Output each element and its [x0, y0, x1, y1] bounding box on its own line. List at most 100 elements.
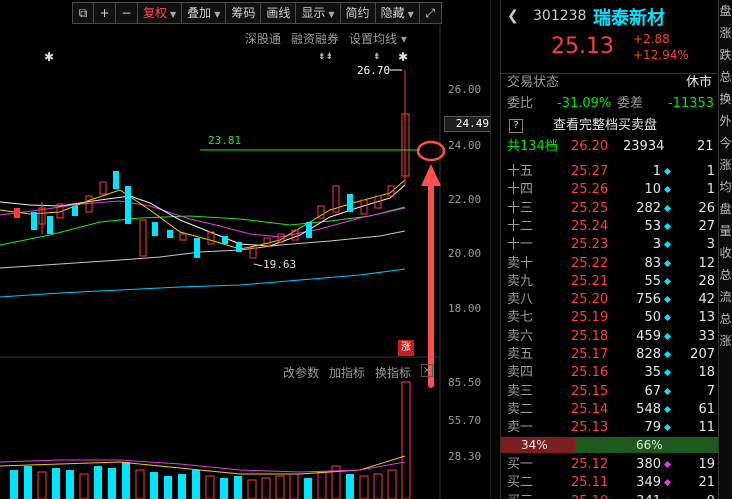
help-icon[interactable]: ?	[509, 119, 523, 133]
ask-volume: 3	[652, 237, 661, 253]
ask-row[interactable]: 十一 25.23 3 3	[501, 236, 732, 254]
ask-level-label: 十五	[507, 164, 534, 179]
weicha-value: -11353	[668, 96, 715, 111]
ask-row[interactable]: 十二 25.24 53 27	[501, 218, 732, 236]
low-label: 19.63	[263, 258, 297, 271]
side-tab[interactable]: 跌	[719, 44, 732, 66]
ask-price: 25.16	[571, 365, 609, 381]
ask-row[interactable]: 十四 25.26 10 1	[501, 181, 732, 199]
ask-volume: 55	[644, 273, 661, 289]
stock-name[interactable]: 瑞泰新材	[593, 4, 665, 30]
side-tab[interactable]: 盘	[719, 198, 732, 220]
ask-row[interactable]: 卖四 25.16 35 18	[501, 364, 732, 382]
bid-volume: 380	[636, 457, 661, 472]
add-indicator-link[interactable]: 加指标	[329, 364, 365, 381]
ask-row[interactable]: 卖三 25.15 67 7	[501, 383, 732, 401]
ask-order-count: 33	[698, 328, 715, 344]
ask-row[interactable]: 卖一 25.13 79 11	[501, 419, 732, 437]
ask-volume: 828	[636, 347, 661, 362]
stock-price: 25.13	[551, 34, 614, 59]
side-tab[interactable]: 总	[719, 66, 732, 88]
ask-row[interactable]: 卖十 25.22 83 12	[501, 255, 732, 273]
view-full-link[interactable]: 查看完整档买卖盘	[553, 117, 657, 135]
ask-row[interactable]: 卖七 25.19 50 13	[501, 309, 732, 327]
ma-line-long	[0, 268, 406, 298]
total-vol: 23934	[623, 139, 665, 154]
ask-volume: 282	[636, 200, 661, 216]
side-tab[interactable]: 外	[719, 110, 732, 132]
switch-indicator-link[interactable]: 换指标	[375, 364, 411, 381]
vol-axis-tick: 55.70	[448, 414, 482, 427]
ask-order-count: 61	[698, 401, 715, 417]
event-marker-icon: ✱	[398, 50, 408, 64]
diamond-icon	[663, 350, 672, 359]
ask-row[interactable]: 十三 25.25 282 26	[501, 200, 732, 218]
ask-price: 25.21	[571, 273, 609, 289]
ask-row[interactable]: 十五 25.27 1 1	[501, 163, 732, 181]
diamond-icon	[663, 460, 672, 469]
status-label: 交易状态	[507, 75, 560, 90]
ask-order-count: 27	[698, 218, 715, 234]
ask-price: 25.14	[571, 401, 609, 417]
bid-row[interactable]: 买一 25.12 380 19	[501, 456, 732, 474]
ask-volume: 50	[644, 310, 661, 326]
ask-level-label: 十一	[507, 237, 534, 253]
side-tab[interactable]: 总	[719, 308, 732, 330]
ask-level-label: 十四	[507, 182, 534, 198]
side-tab[interactable]: 收	[719, 242, 732, 264]
weibi-label: 委比	[507, 96, 534, 111]
side-tab[interactable]: 今	[719, 132, 732, 154]
buy-ratio-label: 66%	[636, 438, 663, 452]
ask-volume: 459	[636, 328, 661, 344]
bid-row[interactable]: 买二 25.11 349 21	[501, 474, 732, 492]
close-icon[interactable]: ×	[421, 364, 434, 377]
ask-level-label: 卖三	[507, 383, 534, 399]
ask-price: 25.24	[571, 218, 609, 234]
side-tab[interactable]: 涨	[719, 154, 732, 176]
ask-row[interactable]: 卖五 25.17 828 207	[501, 346, 732, 364]
ask-price: 25.23	[571, 237, 609, 253]
diamond-icon	[663, 277, 672, 285]
prev-stock-icon[interactable]: ❮	[507, 8, 519, 24]
weicha-label: 委差	[617, 96, 644, 111]
ask-volume: 548	[636, 401, 661, 417]
stock-code: 301238	[533, 8, 587, 24]
ask-volume: 10	[644, 182, 661, 198]
ask-level-label: 卖六	[507, 328, 534, 344]
ask-price: 25.27	[571, 164, 609, 179]
volume-bars	[10, 381, 411, 499]
kline-chart-panel[interactable]: ⧉ + − 复权 ▼ 叠加 ▼ 筹码 画线 显示 ▼ 简约 隐藏 ▼ ⤢ 深股通 融资融…	[0, 0, 500, 499]
side-tab[interactable]: 盘	[719, 0, 732, 22]
bid-price: 25.12	[571, 457, 609, 472]
ask-order-count: 11	[698, 420, 715, 436]
bid-row[interactable]: 买三 25.10 341 9	[501, 493, 732, 499]
indicator-bar: 改参数 加指标 换指标 ×	[283, 364, 434, 381]
diamond-icon	[663, 241, 672, 249]
ask-row[interactable]: 卖二 25.14 548 61	[501, 401, 732, 419]
quote-sidebar: ❮ 301238 瑞泰新材 25.13 +2.88 +12.94% 交易状态 休…	[500, 0, 732, 499]
ask-row[interactable]: 卖九 25.21 55 28	[501, 273, 732, 291]
ask-row[interactable]: 卖六 25.18 459 33	[501, 328, 732, 346]
change-params-link[interactable]: 改参数	[283, 364, 319, 381]
stock-change: +2.88	[633, 32, 670, 46]
ask-order-count: 18	[698, 365, 715, 381]
side-tab[interactable]: 量	[719, 220, 732, 242]
ask-row[interactable]: 卖八 25.20 756 42	[501, 291, 732, 309]
side-tab[interactable]: 换	[719, 88, 732, 110]
price-axis-tick: 18.00	[448, 302, 482, 315]
diamond-icon	[663, 222, 672, 230]
side-tab[interactable]: 均	[719, 176, 732, 198]
diamond-icon	[663, 259, 672, 267]
chart-scrollbar[interactable]	[490, 0, 500, 499]
price-axis-tick: 22.00	[448, 193, 482, 206]
side-tab[interactable]: 涨	[719, 22, 732, 44]
side-tab[interactable]: 涨	[719, 330, 732, 352]
view-full-row[interactable]: ? 查看完整档买卖盘	[501, 117, 732, 135]
diamond-icon	[663, 424, 672, 432]
side-tab[interactable]: 流	[719, 286, 732, 308]
limit-up-badge: 涨	[398, 340, 414, 356]
side-tab[interactable]: 总	[719, 264, 732, 286]
current-price-tag: 24.49	[444, 116, 494, 132]
diamond-icon	[663, 167, 672, 176]
weibi-row: 委比 -31.09% 委差 -11353	[501, 95, 732, 113]
